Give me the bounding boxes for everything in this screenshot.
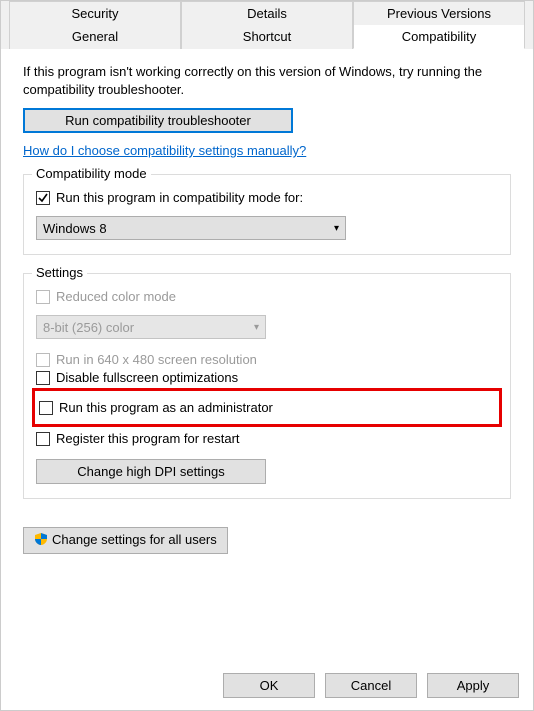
run-as-admin-checkbox[interactable]	[39, 401, 53, 415]
tab-strip: Security Details Previous Versions Gener…	[1, 1, 533, 49]
cancel-button[interactable]: Cancel	[325, 673, 417, 698]
properties-dialog: Security Details Previous Versions Gener…	[0, 0, 534, 711]
run-as-admin-label: Run this program as an administrator	[59, 400, 273, 415]
compat-mode-value: Windows 8	[43, 221, 107, 236]
disable-fullscreen-label: Disable fullscreen optimizations	[56, 370, 238, 385]
reduced-color-label: Reduced color mode	[56, 289, 176, 304]
reduced-color-row: Reduced color mode	[36, 289, 498, 304]
disable-fullscreen-checkbox[interactable]	[36, 371, 50, 385]
tab-previous-versions[interactable]: Previous Versions	[353, 1, 525, 25]
intro-text: If this program isn't working correctly …	[23, 63, 511, 98]
check-icon	[38, 193, 48, 203]
ok-button[interactable]: OK	[223, 673, 315, 698]
tab-compatibility[interactable]: Compatibility	[353, 25, 525, 49]
tab-general[interactable]: General	[9, 25, 181, 49]
compat-mode-label: Run this program in compatibility mode f…	[56, 190, 303, 205]
run-as-admin-highlight: Run this program as an administrator	[32, 388, 502, 427]
dialog-footer: OK Cancel Apply	[223, 673, 519, 698]
reduced-color-checkbox	[36, 290, 50, 304]
run-640-label: Run in 640 x 480 screen resolution	[56, 352, 257, 367]
shield-icon	[34, 532, 48, 549]
change-dpi-button[interactable]: Change high DPI settings	[36, 459, 266, 484]
apply-button[interactable]: Apply	[427, 673, 519, 698]
chevron-down-icon: ▾	[334, 223, 339, 234]
run-640-row: Run in 640 x 480 screen resolution	[36, 352, 498, 367]
compatibility-mode-group: Compatibility mode Run this program in c…	[23, 174, 511, 255]
run-640-checkbox	[36, 353, 50, 367]
help-link[interactable]: How do I choose compatibility settings m…	[23, 143, 306, 158]
run-troubleshooter-button[interactable]: Run compatibility troubleshooter	[23, 108, 293, 133]
disable-fullscreen-row[interactable]: Disable fullscreen optimizations	[36, 370, 498, 385]
tab-content: If this program isn't working correctly …	[1, 48, 533, 527]
color-depth-dropdown: 8-bit (256) color ▾	[36, 315, 266, 339]
compat-mode-dropdown[interactable]: Windows 8 ▾	[36, 216, 346, 240]
settings-title: Settings	[32, 265, 87, 280]
compat-mode-checkbox-row[interactable]: Run this program in compatibility mode f…	[36, 190, 498, 205]
settings-group: Settings Reduced color mode 8-bit (256) …	[23, 273, 511, 499]
register-restart-row[interactable]: Register this program for restart	[36, 431, 498, 446]
tab-shortcut[interactable]: Shortcut	[181, 25, 353, 49]
change-all-users-label: Change settings for all users	[52, 532, 217, 547]
register-restart-label: Register this program for restart	[56, 431, 240, 446]
tab-details[interactable]: Details	[181, 1, 353, 25]
change-all-users-button[interactable]: Change settings for all users	[23, 527, 228, 554]
compatibility-mode-title: Compatibility mode	[32, 166, 151, 181]
compat-mode-checkbox[interactable]	[36, 191, 50, 205]
color-depth-value: 8-bit (256) color	[43, 320, 134, 335]
register-restart-checkbox[interactable]	[36, 432, 50, 446]
run-as-admin-row[interactable]: Run this program as an administrator	[39, 400, 495, 415]
tab-security[interactable]: Security	[9, 1, 181, 25]
chevron-down-icon: ▾	[254, 322, 259, 333]
